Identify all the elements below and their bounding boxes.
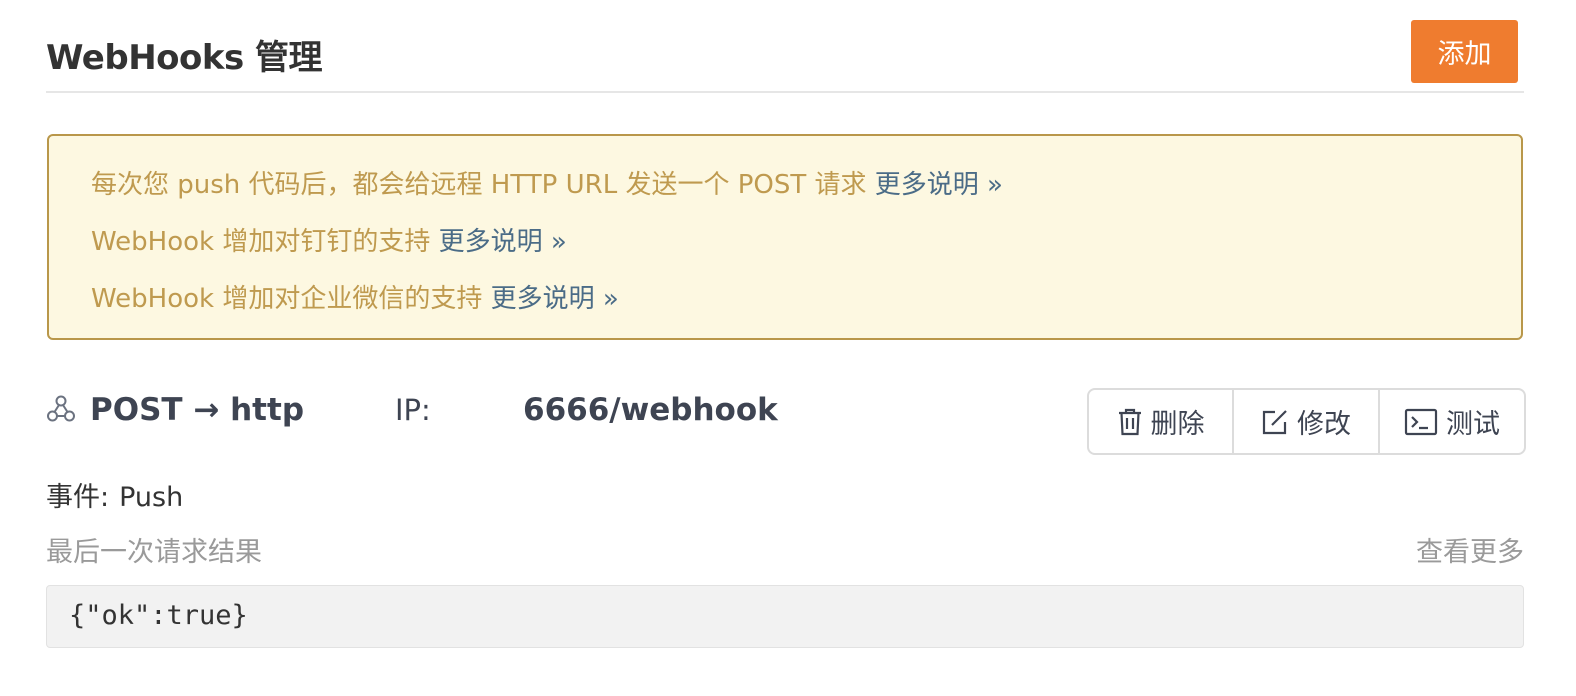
test-button[interactable]: 测试 — [1378, 390, 1524, 453]
terminal-icon — [1404, 408, 1438, 435]
edit-label: 修改 — [1297, 409, 1351, 440]
page-title: WebHooks 管理 — [46, 38, 323, 78]
more-info-link[interactable]: 更多说明 » — [875, 170, 1003, 200]
notice-text: WebHook 增加对钉钉的支持 — [91, 227, 439, 257]
notice-text: 每次您 push 代码后，都会给远程 HTTP URL 发送一个 POST 请求 — [91, 170, 875, 200]
more-info-link[interactable]: 更多说明 » — [439, 227, 567, 257]
notice-line: WebHook 增加对企业微信的支持 更多说明 » — [91, 278, 619, 315]
notice-line: WebHook 增加对钉钉的支持 更多说明 » — [91, 221, 567, 258]
webhook-actions: 删除 修改 测试 — [1087, 388, 1526, 455]
delete-button[interactable]: 删除 — [1089, 390, 1232, 453]
notice-text: WebHook 增加对企业微信的支持 — [91, 284, 491, 314]
last-result-output: {"ok":true} — [46, 585, 1524, 648]
webhook-ip-label: IP: — [395, 393, 431, 427]
webhooks-page: WebHooks 管理 添加 每次您 push 代码后，都会给远程 HTTP U… — [0, 0, 1576, 696]
header-divider — [46, 91, 1524, 93]
more-info-link[interactable]: 更多说明 » — [491, 284, 619, 314]
event-row: 事件: Push — [46, 475, 183, 514]
edit-icon — [1262, 409, 1287, 434]
webhook-url-prefix: POST → http:// — [90, 392, 305, 428]
event-value: Push — [119, 482, 184, 513]
notice-line: 每次您 push 代码后，都会给远程 HTTP URL 发送一个 POST 请求… — [91, 164, 1003, 201]
event-label: 事件: — [46, 482, 110, 513]
webhook-url-suffix: 6666/webhook — [523, 392, 778, 428]
delete-label: 删除 — [1150, 409, 1205, 440]
trash-icon — [1118, 408, 1141, 435]
test-label: 测试 — [1446, 409, 1500, 440]
add-webhook-button[interactable]: 添加 — [1411, 20, 1518, 83]
view-more-link[interactable]: 查看更多 — [1416, 530, 1524, 569]
notice-box: 每次您 push 代码后，都会给远程 HTTP URL 发送一个 POST 请求… — [47, 134, 1523, 340]
edit-button[interactable]: 修改 — [1232, 390, 1378, 453]
last-result-label: 最后一次请求结果 — [46, 537, 262, 568]
webhook-icon — [47, 395, 75, 422]
